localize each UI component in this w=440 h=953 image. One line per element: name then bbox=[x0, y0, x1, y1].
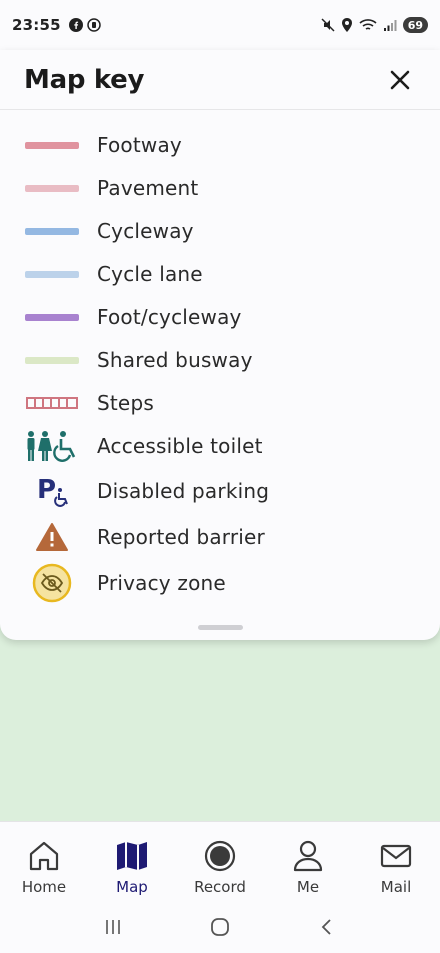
svg-text:P: P bbox=[37, 475, 56, 505]
sheet-header: Map key bbox=[0, 50, 440, 110]
map-icon bbox=[117, 842, 147, 870]
pavement-line-swatch bbox=[24, 168, 80, 208]
key-item-label: Footway bbox=[97, 133, 182, 157]
drag-handle[interactable] bbox=[198, 625, 243, 630]
nav-record-label: Record bbox=[194, 878, 246, 896]
key-item-label: Steps bbox=[97, 391, 154, 415]
signal-icon bbox=[383, 20, 397, 31]
mail-icon bbox=[380, 844, 412, 868]
privacy-zone-icon bbox=[24, 563, 80, 603]
key-item-label: Foot/cycleway bbox=[97, 305, 242, 329]
nav-record[interactable]: Record bbox=[176, 822, 264, 906]
home-system-button[interactable] bbox=[200, 907, 240, 947]
warning-icon bbox=[24, 517, 80, 557]
cycle-lane-line-swatch bbox=[24, 254, 80, 294]
system-nav-bar bbox=[0, 900, 440, 953]
back-button[interactable] bbox=[307, 907, 347, 947]
accessible-toilet-icon bbox=[24, 426, 80, 466]
disabled-parking-icon: P bbox=[24, 471, 80, 511]
key-item-label: Cycle lane bbox=[97, 262, 203, 286]
key-item-label: Cycleway bbox=[97, 219, 194, 243]
record-icon bbox=[204, 840, 236, 872]
mute-icon bbox=[321, 18, 335, 32]
location-icon bbox=[341, 18, 352, 32]
key-item-foot-cycleway: Foot/cycleway bbox=[0, 299, 440, 335]
nav-me-label: Me bbox=[296, 878, 320, 896]
key-item-label: Accessible toilet bbox=[97, 434, 263, 458]
wifi-icon bbox=[359, 19, 377, 30]
key-item-footway: Footway bbox=[0, 127, 440, 163]
key-item-label: Disabled parking bbox=[97, 479, 270, 503]
key-item-reported-barrier: Reported barrier bbox=[0, 519, 440, 555]
person-icon bbox=[293, 840, 323, 872]
nav-mail-label: Mail bbox=[380, 878, 412, 896]
nav-map-label: Map bbox=[116, 878, 148, 896]
key-item-steps: Steps bbox=[0, 385, 440, 421]
footway-line-swatch bbox=[24, 125, 80, 165]
nav-me[interactable]: Me bbox=[264, 822, 352, 906]
nav-home-label: Home bbox=[21, 878, 67, 896]
nav-mail[interactable]: Mail bbox=[352, 822, 440, 906]
home-circle-icon bbox=[211, 917, 229, 936]
status-bar: 23:55 69 bbox=[0, 0, 440, 50]
recent-apps-button[interactable] bbox=[93, 907, 133, 947]
facebook-icon bbox=[68, 18, 83, 32]
key-item-shared-busway: Shared busway bbox=[0, 342, 440, 378]
home-icon bbox=[29, 841, 59, 871]
close-button[interactable] bbox=[384, 64, 416, 96]
recent-apps-icon bbox=[106, 919, 121, 934]
key-item-cycleway: Cycleway bbox=[0, 213, 440, 249]
map-key-sheet: Map key Footway Pavement Cycleway Cycle … bbox=[0, 50, 440, 640]
key-item-pavement: Pavement bbox=[0, 170, 440, 206]
back-chevron-icon bbox=[321, 918, 331, 935]
key-item-privacy-zone: Privacy zone bbox=[0, 563, 440, 603]
key-item-label: Reported barrier bbox=[97, 525, 265, 549]
nav-home[interactable]: Home bbox=[0, 822, 88, 906]
key-item-label: Privacy zone bbox=[97, 571, 226, 595]
battery-icon: 69 bbox=[402, 17, 428, 33]
status-time: 23:55 bbox=[12, 16, 61, 34]
nav-map[interactable]: Map bbox=[88, 822, 176, 906]
key-item-cycle-lane: Cycle lane bbox=[0, 256, 440, 292]
close-icon bbox=[390, 70, 410, 89]
key-item-disabled-parking: P Disabled parking bbox=[0, 473, 440, 509]
media-icon bbox=[87, 18, 101, 32]
key-item-label: Shared busway bbox=[97, 348, 253, 372]
key-item-label: Pavement bbox=[97, 176, 199, 200]
steps-icon bbox=[24, 383, 80, 423]
map-area[interactable] bbox=[0, 640, 440, 821]
foot-cycleway-line-swatch bbox=[24, 297, 80, 337]
cycleway-line-swatch bbox=[24, 211, 80, 251]
page-title: Map key bbox=[24, 64, 145, 95]
key-item-accessible-toilet: Accessible toilet bbox=[0, 428, 440, 464]
shared-busway-line-swatch bbox=[24, 340, 80, 380]
